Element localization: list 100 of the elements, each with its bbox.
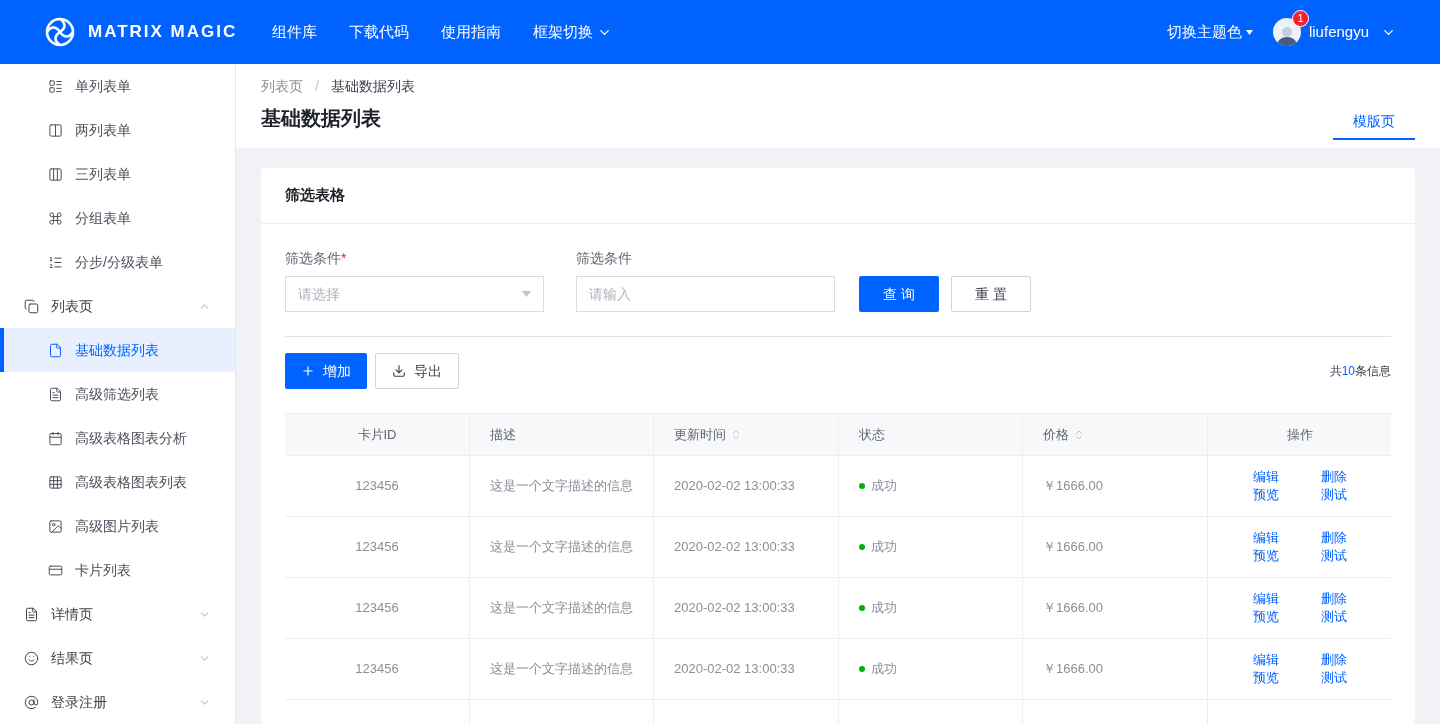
row-action-link[interactable]: 测试 <box>1320 547 1347 565</box>
sidebar-group[interactable]: 结果页 <box>0 636 235 680</box>
row-action-link[interactable]: 预览 <box>1252 547 1279 565</box>
sidebar-item[interactable]: 卡片列表 <box>0 548 235 592</box>
search-button[interactable]: 查 询 <box>859 276 939 312</box>
table-cell-text: 这是一个文字描述的信息 <box>490 599 633 618</box>
three-columns-icon <box>48 166 63 182</box>
status-text: 成功 <box>871 599 897 618</box>
sidebar-item[interactable]: 高级表格图表分析 <box>0 416 235 460</box>
table-cell-text: 这是一个文字描述的信息 <box>490 660 633 679</box>
sidebar-item[interactable]: 高级筛选列表 <box>0 372 235 416</box>
nav-link[interactable]: 下载代码 <box>349 20 409 44</box>
field-label: 筛选条件 <box>285 249 341 268</box>
table-cell-text: ￥1666.00 <box>1043 477 1103 496</box>
sidebar-group[interactable]: 登录注册 <box>0 680 235 724</box>
row-action-link[interactable]: 删除 <box>1320 529 1347 547</box>
page-tab[interactable]: 模版页 <box>1333 104 1415 140</box>
column-header: 操作 <box>1286 425 1313 444</box>
caret-down-icon <box>1245 29 1253 35</box>
breadcrumb-separator: / <box>315 77 319 96</box>
calendar-icon <box>48 430 63 446</box>
table-cell-text: 2020-02-02 13:00:33 <box>674 660 795 679</box>
notification-badge: 1 <box>1291 10 1309 27</box>
at-sign-icon <box>24 694 39 710</box>
page-title: 基础数据列表 <box>261 106 382 131</box>
sort-icon[interactable] <box>1073 428 1085 441</box>
row-action-link[interactable]: 预览 <box>1252 608 1279 626</box>
theme-switch[interactable]: 切换主题色 <box>1166 20 1253 44</box>
breadcrumb-item[interactable]: 列表页 <box>261 76 303 96</box>
status-text: 成功 <box>871 660 897 679</box>
document-icon <box>48 342 63 358</box>
sidebar-group[interactable]: 列表页 <box>0 284 235 328</box>
layout-icon <box>48 78 63 94</box>
column-header[interactable]: 价格 <box>1043 424 1069 445</box>
row-action-link[interactable]: 删除 <box>1320 590 1347 608</box>
table-cell-text: 123456 <box>355 477 399 496</box>
table-cell-text: ￥1666.00 <box>1043 599 1103 618</box>
table-cell-text: 123456 <box>355 538 399 557</box>
row-action-link[interactable]: 编辑 <box>1252 590 1279 608</box>
logo-icon <box>44 16 76 48</box>
card-icon <box>48 562 63 578</box>
column-header: 描述 <box>490 425 516 444</box>
row-action-link[interactable]: 预览 <box>1252 669 1279 687</box>
row-action-link[interactable]: 编辑 <box>1252 529 1279 547</box>
table-cell-text: 123456 <box>355 660 399 679</box>
table-cell-text: ￥1666.00 <box>1043 538 1103 557</box>
image-icon <box>48 518 63 534</box>
table-cell-text: ￥1666.00 <box>1043 660 1103 679</box>
column-header: 状态 <box>859 425 885 444</box>
command-icon <box>48 210 63 226</box>
sidebar-item[interactable]: 高级图片列表 <box>0 504 235 548</box>
column-header[interactable]: 更新时间 <box>674 424 726 445</box>
download-icon <box>392 364 406 378</box>
row-action-link[interactable]: 编辑 <box>1252 651 1279 669</box>
sidebar-item[interactable]: 三列表单 <box>0 152 235 196</box>
row-action-link[interactable]: 预览 <box>1252 486 1279 504</box>
nav-link[interactable]: 使用指南 <box>441 20 501 44</box>
table-cell-text: 这是一个文字描述的信息 <box>490 477 633 496</box>
field-label: 筛选条件 <box>576 249 632 268</box>
table-cell-text: 2020-02-02 13:00:33 <box>674 599 795 618</box>
grid-icon <box>48 474 63 490</box>
nav-link[interactable]: 框架切换 <box>533 20 612 44</box>
reset-button[interactable]: 重 置 <box>951 276 1031 312</box>
sidebar-item[interactable]: 单列表单 <box>0 64 235 108</box>
plus-icon <box>301 364 315 378</box>
smiley-icon <box>24 650 39 666</box>
export-button[interactable]: 导出 <box>375 353 459 389</box>
document-icon <box>48 386 63 402</box>
breadcrumb-item: 基础数据列表 <box>330 77 415 96</box>
user-silhouette-icon <box>1275 24 1298 46</box>
column-header: 卡片ID <box>357 425 397 444</box>
input-field[interactable]: 请输入 <box>576 276 835 312</box>
table-cell-text: 这是一个文字描述的信息 <box>490 538 633 557</box>
row-action-link[interactable]: 删除 <box>1320 468 1347 486</box>
card-title: 筛选表格 <box>285 185 345 206</box>
table-cell-text: 2020-02-02 13:00:33 <box>674 538 795 557</box>
row-action-link[interactable]: 测试 <box>1320 486 1347 504</box>
sidebar-group[interactable]: 详情页 <box>0 592 235 636</box>
required-mark: * <box>341 249 347 268</box>
table-cell-text: 2020-02-02 13:00:33 <box>674 477 795 496</box>
row-action-link[interactable]: 测试 <box>1320 669 1347 687</box>
table-cell-text: 123456 <box>355 599 399 618</box>
list-pages-icon <box>24 298 39 314</box>
document-icon <box>24 606 39 622</box>
sidebar-item[interactable]: 分步/分级表单 <box>0 240 235 284</box>
logo-text: MATRIX MAGIC <box>88 21 239 44</box>
sidebar-item[interactable]: 两列表单 <box>0 108 235 152</box>
two-columns-icon <box>48 122 63 138</box>
sidebar-item[interactable]: 基础数据列表 <box>0 328 235 372</box>
row-action-link[interactable]: 编辑 <box>1252 468 1279 486</box>
add-button[interactable]: 增加 <box>285 353 367 389</box>
sidebar-item[interactable]: 高级表格图表列表 <box>0 460 235 504</box>
nav-link[interactable]: 组件库 <box>272 20 317 44</box>
row-action-link[interactable]: 删除 <box>1320 651 1347 669</box>
sort-icon[interactable] <box>730 428 742 441</box>
row-action-link[interactable]: 测试 <box>1320 608 1347 626</box>
user-menu[interactable]: liufengyu <box>1308 20 1396 44</box>
status-text: 成功 <box>871 538 897 557</box>
sidebar-item[interactable]: 分组表单 <box>0 196 235 240</box>
status-text: 成功 <box>871 477 897 496</box>
